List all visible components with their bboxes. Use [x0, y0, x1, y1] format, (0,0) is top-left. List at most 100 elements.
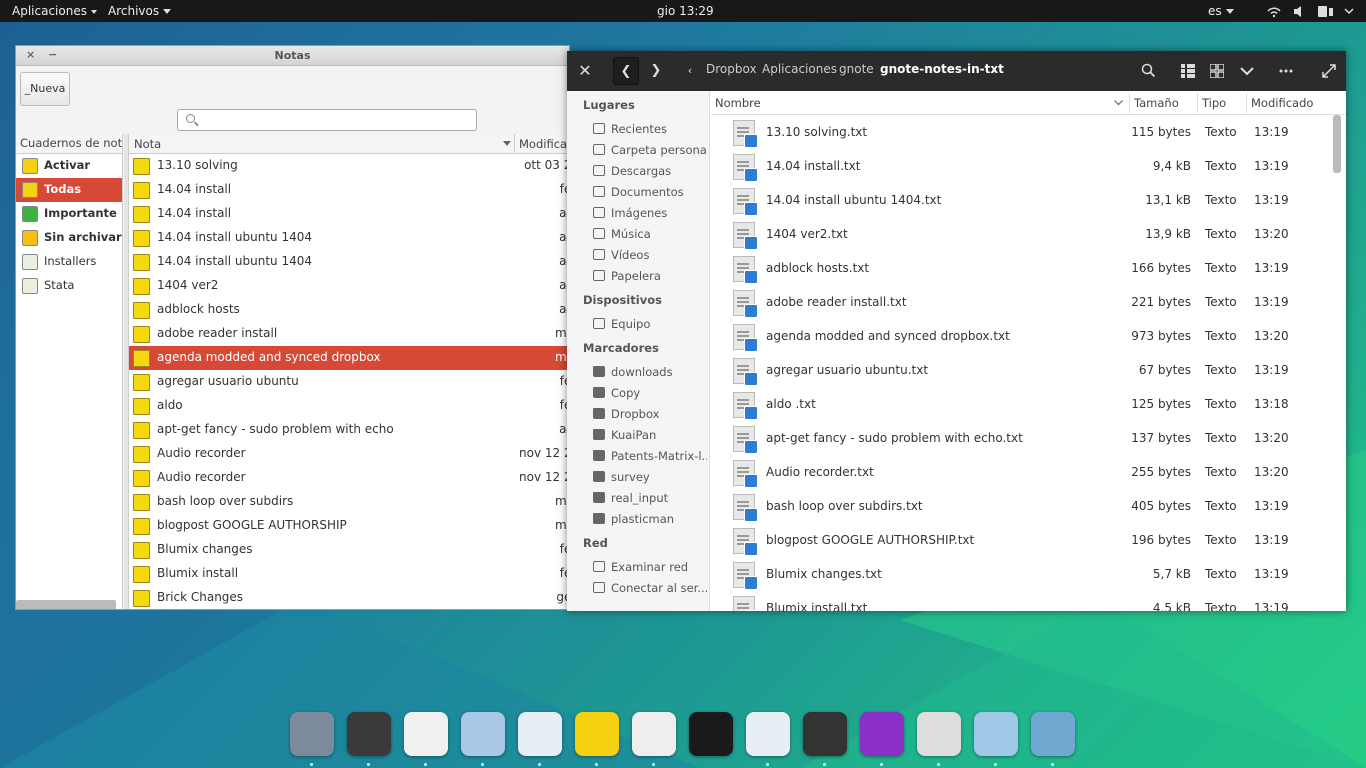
- column-modified[interactable]: Modificado: [514, 134, 569, 154]
- file-row[interactable]: aldo .txt 125 bytes Texto 13:18: [711, 387, 1346, 421]
- terminal-icon[interactable]: [404, 712, 448, 756]
- sidebar-item[interactable]: Documentos: [593, 182, 707, 202]
- file-row[interactable]: apt-get fancy - sudo problem with echo.t…: [711, 421, 1346, 455]
- file-row[interactable]: Audio recorder.txt 255 bytes Texto 13:20: [711, 455, 1346, 489]
- keyboard-layout-menu[interactable]: es: [1208, 4, 1234, 18]
- system-status-icons[interactable]: [1266, 4, 1366, 18]
- backup-icon[interactable]: [689, 712, 733, 756]
- note-row[interactable]: 13.10 solvingott 03 20: [129, 154, 569, 178]
- note-row[interactable]: Audio recordernov 12 20: [129, 442, 569, 466]
- column-note[interactable]: Nota: [134, 137, 161, 151]
- file-row[interactable]: 1404 ver2.txt 13,9 kB Texto 13:20: [711, 217, 1346, 251]
- note-row[interactable]: 14.04 installfeb: [129, 178, 569, 202]
- note-row[interactable]: 14.04 installapr: [129, 202, 569, 226]
- notes-icon[interactable]: [575, 712, 619, 756]
- file-row[interactable]: Blumix install.txt 4,5 kB Texto 13:19: [711, 591, 1346, 611]
- files-icon[interactable]: [461, 712, 505, 756]
- back-button[interactable]: ❮: [613, 57, 639, 85]
- sidebar-item[interactable]: Patents-Matrix-l...: [593, 446, 707, 466]
- notebook-item[interactable]: Activar: [16, 154, 122, 178]
- maximize-icon[interactable]: [1322, 64, 1336, 78]
- vertical-scrollbar[interactable]: [1333, 115, 1341, 173]
- breadcrumb-item[interactable]: gnote-notes-in-txt: [880, 62, 1004, 76]
- column-name[interactable]: Nombre: [715, 96, 761, 110]
- note-row[interactable]: apt-get fancy - sudo problem with echoap…: [129, 418, 569, 442]
- note-row[interactable]: Brick Changesgen: [129, 586, 569, 609]
- file-row[interactable]: 13.10 solving.txt 115 bytes Texto 13:19: [711, 115, 1346, 149]
- notebook-item[interactable]: Sin archivar: [16, 226, 122, 250]
- note-row[interactable]: 14.04 install ubuntu 1404apr: [129, 226, 569, 250]
- sidebar-item[interactable]: Examinar red: [593, 557, 707, 577]
- file-row[interactable]: 14.04 install.txt 9,4 kB Texto 13:19: [711, 149, 1346, 183]
- files-app-menu[interactable]: Archivos: [108, 4, 172, 18]
- sidebar-item[interactable]: Carpeta personal: [593, 140, 707, 160]
- sidebar-item[interactable]: Conectar al ser...: [593, 578, 707, 598]
- music-icon[interactable]: [860, 712, 904, 756]
- clock[interactable]: gio 13:29: [657, 4, 714, 18]
- file-row[interactable]: adobe reader install.txt 221 bytes Texto 13…: [711, 285, 1346, 319]
- sidebar-item[interactable]: plasticman: [593, 509, 707, 529]
- more-options-icon[interactable]: [1279, 69, 1293, 73]
- sidebar-item[interactable]: Equipo: [593, 314, 707, 334]
- chevron-down-icon[interactable]: [1240, 66, 1254, 76]
- notebooks-header[interactable]: Cuadernos de notas: [16, 134, 122, 154]
- sidebar-item[interactable]: Vídeos: [593, 245, 707, 265]
- list-view-icon[interactable]: [1181, 64, 1195, 78]
- sidebar-item[interactable]: Papelera: [593, 266, 707, 286]
- note-row[interactable]: Blumix changesfeb: [129, 538, 569, 562]
- note-row[interactable]: blogpost GOOGLE AUTHORSHIPmar: [129, 514, 569, 538]
- chevron-down-icon[interactable]: [503, 141, 511, 146]
- horizontal-scrollbar[interactable]: [16, 600, 116, 609]
- file-row[interactable]: agenda modded and synced dropbox.txt 973 …: [711, 319, 1346, 353]
- file-row[interactable]: blogpost GOOGLE AUTHORSHIP.txt 196 bytes T…: [711, 523, 1346, 557]
- sidebar-item[interactable]: Descargas: [593, 161, 707, 181]
- sidebar-item[interactable]: real_input: [593, 488, 707, 508]
- notes-titlebar[interactable]: × − Notas: [16, 46, 569, 66]
- note-row[interactable]: agregar usuario ubuntufeb: [129, 370, 569, 394]
- forward-button[interactable]: ❯: [643, 57, 669, 85]
- breadcrumb-item[interactable]: gnote: [839, 62, 874, 76]
- screenshot-icon[interactable]: [347, 712, 391, 756]
- new-note-button[interactable]: _Nueva: [20, 72, 70, 106]
- file-row[interactable]: agregar usuario ubuntu.txt 67 bytes Texto 1…: [711, 353, 1346, 387]
- note-row[interactable]: agenda modded and synced dropboxmar: [129, 346, 569, 370]
- search-icon[interactable]: [1141, 63, 1157, 79]
- todo-icon[interactable]: [746, 712, 790, 756]
- notebook-item[interactable]: Importante: [16, 202, 122, 226]
- file-row[interactable]: Blumix changes.txt 5,7 kB Texto 13:19: [711, 557, 1346, 591]
- sidebar-item[interactable]: Dropbox: [593, 404, 707, 424]
- note-row[interactable]: adblock hostsapr: [129, 298, 569, 322]
- tasks-icon[interactable]: [632, 712, 676, 756]
- breadcrumb-item[interactable]: Aplicaciones: [762, 62, 837, 76]
- note-row[interactable]: Audio recordernov 12 20: [129, 466, 569, 490]
- virtualbox-icon[interactable]: [974, 712, 1018, 756]
- grid-view-icon[interactable]: [1210, 64, 1224, 78]
- sublime-icon[interactable]: [803, 712, 847, 756]
- note-row[interactable]: bash loop over subdirsmar: [129, 490, 569, 514]
- column-size[interactable]: Tamaño: [1134, 96, 1179, 110]
- column-type[interactable]: Tipo: [1202, 96, 1226, 110]
- sidebar-item[interactable]: Imágenes: [593, 203, 707, 223]
- note-row[interactable]: 1404 ver2apr: [129, 274, 569, 298]
- search-input[interactable]: [177, 109, 477, 131]
- sidebar-item[interactable]: Copy: [593, 383, 707, 403]
- note-row[interactable]: aldofeb: [129, 394, 569, 418]
- sidebar-item[interactable]: Música: [593, 224, 707, 244]
- sidebar-item[interactable]: downloads: [593, 362, 707, 382]
- note-row[interactable]: Blumix installfeb: [129, 562, 569, 586]
- breadcrumb-item[interactable]: Dropbox: [706, 62, 757, 76]
- close-icon[interactable]: ✕: [575, 57, 595, 85]
- notebook-item[interactable]: Installers: [16, 250, 122, 274]
- chevron-right-icon[interactable]: ›: [987, 57, 1001, 85]
- sidebar-item[interactable]: Recientes: [593, 119, 707, 139]
- file-row[interactable]: bash loop over subdirs.txt 405 bytes Texto…: [711, 489, 1346, 523]
- notebook-item[interactable]: Stata: [16, 274, 122, 298]
- sort-icon[interactable]: [1114, 100, 1123, 106]
- notebook-item[interactable]: Todas: [16, 178, 122, 202]
- chevron-left-icon[interactable]: ‹: [683, 57, 697, 85]
- applications-menu[interactable]: Aplicaciones: [12, 4, 97, 18]
- file-row[interactable]: adblock hosts.txt 166 bytes Texto 13:19: [711, 251, 1346, 285]
- note-row[interactable]: 14.04 install ubuntu 1404apr: [129, 250, 569, 274]
- note-row[interactable]: adobe reader installmar: [129, 322, 569, 346]
- settings-icon[interactable]: [917, 712, 961, 756]
